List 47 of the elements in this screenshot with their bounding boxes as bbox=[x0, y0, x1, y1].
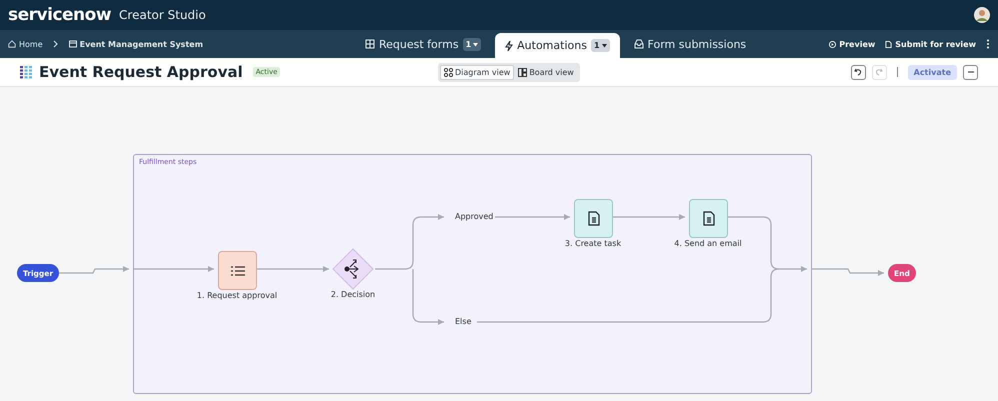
approval-node[interactable] bbox=[218, 251, 257, 290]
document-icon bbox=[702, 211, 714, 226]
lightning-icon bbox=[505, 40, 514, 50]
undo-icon bbox=[854, 68, 862, 76]
more-icon[interactable] bbox=[986, 39, 990, 49]
home-icon bbox=[8, 40, 16, 48]
node-label: 4. Send an email bbox=[674, 239, 742, 248]
tab[interactable]: Automations 1 bbox=[495, 33, 620, 58]
count-badge[interactable]: 1 bbox=[462, 38, 482, 50]
form-icon bbox=[365, 39, 375, 49]
node-label: 2. Decision bbox=[330, 290, 376, 299]
nav-action-link[interactable]: Submit for review bbox=[885, 40, 976, 48]
minus-icon bbox=[966, 71, 974, 73]
chevron-icon bbox=[52, 40, 59, 48]
document-icon bbox=[588, 211, 600, 226]
document-icon bbox=[885, 40, 892, 48]
product-name: Creator Studio bbox=[119, 8, 206, 22]
task-node[interactable] bbox=[689, 199, 728, 238]
redo-icon bbox=[875, 68, 884, 76]
window-icon bbox=[68, 40, 77, 48]
view-toggle[interactable]: Diagram view bbox=[440, 64, 514, 80]
nav-action-link[interactable]: Preview bbox=[829, 40, 876, 48]
node-label: 1. Request approval bbox=[196, 291, 278, 300]
brand-logo: servicenow bbox=[8, 5, 112, 25]
undo-button[interactable] bbox=[850, 64, 866, 80]
avatar-icon[interactable] bbox=[974, 7, 990, 23]
tab[interactable]: Form submissions bbox=[624, 30, 756, 58]
inbox-icon bbox=[634, 39, 644, 49]
breadcrumb-link[interactable]: Event Management System bbox=[68, 40, 204, 48]
more-button[interactable] bbox=[963, 64, 978, 80]
page-title: Event Request Approval bbox=[39, 63, 243, 81]
task-node[interactable] bbox=[574, 199, 613, 238]
caret-icon bbox=[602, 44, 607, 48]
branch-label: Else bbox=[455, 317, 472, 326]
count-badge[interactable]: 1 bbox=[590, 39, 610, 52]
decision-node[interactable] bbox=[332, 248, 374, 290]
app-icon bbox=[20, 66, 33, 78]
diagram-icon bbox=[444, 68, 453, 76]
caret-icon bbox=[473, 42, 478, 46]
list-icon bbox=[230, 264, 244, 276]
branch-label: Approved bbox=[455, 212, 494, 221]
node-label: 3. Create task bbox=[564, 239, 622, 248]
breadcrumb-link[interactable]: Home bbox=[8, 40, 43, 48]
tab[interactable]: Request forms 1 bbox=[355, 30, 492, 58]
play-icon bbox=[829, 40, 836, 48]
board-icon bbox=[518, 68, 528, 76]
view-toggle[interactable]: Board view bbox=[514, 64, 578, 80]
